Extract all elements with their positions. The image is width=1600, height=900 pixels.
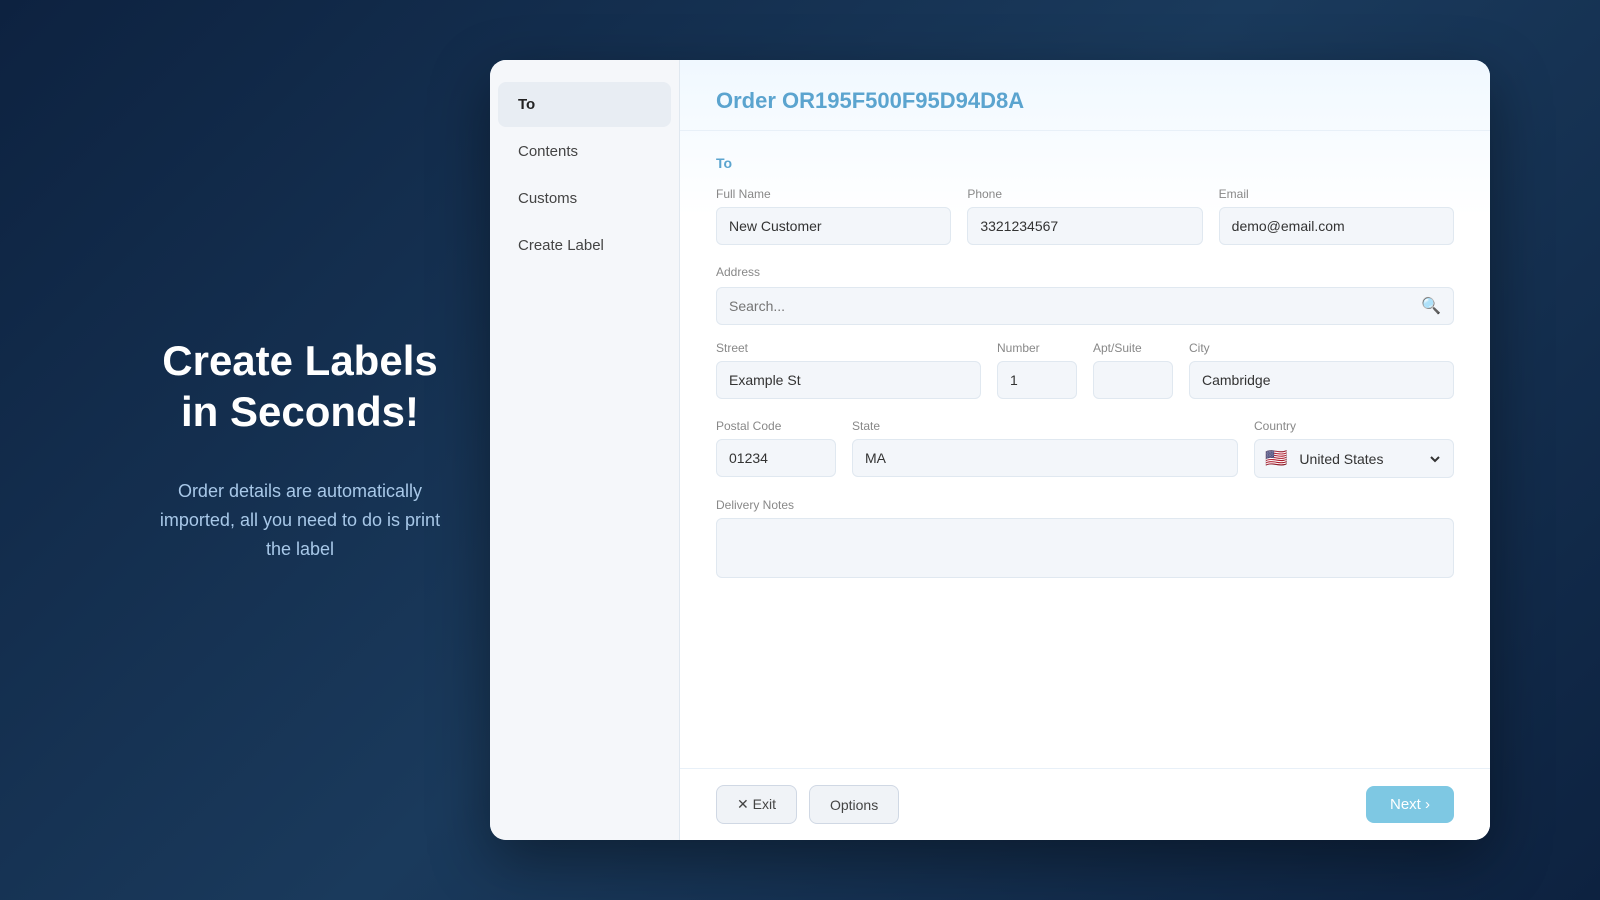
delivery-notes-label: Delivery Notes [716, 498, 1454, 512]
city-group: City [1189, 341, 1454, 399]
phone-input[interactable] [967, 207, 1202, 245]
options-button[interactable]: Options [809, 785, 899, 824]
apt-suite-label: Apt/Suite [1093, 341, 1173, 355]
section-to-label: To [716, 155, 1454, 171]
row-name-phone-email: Full Name Phone Email [716, 187, 1454, 245]
address-label: Address [716, 265, 1454, 279]
full-name-label: Full Name [716, 187, 951, 201]
number-label: Number [997, 341, 1077, 355]
delivery-notes-group: Delivery Notes [716, 498, 1454, 578]
street-label: Street [716, 341, 981, 355]
search-icon: 🔍 [1421, 296, 1441, 316]
row-street-number-apt-city: Street Number Apt/Suite City [716, 341, 1454, 399]
state-group: State [852, 419, 1238, 478]
postal-code-input[interactable] [716, 439, 836, 477]
sidebar-item-create-label[interactable]: Create Label [498, 223, 671, 268]
form-area: To Full Name Phone Email Address [680, 131, 1490, 768]
subtext: Order details are automatically imported… [150, 477, 450, 563]
exit-button[interactable]: ✕ Exit [716, 785, 797, 824]
delivery-notes-input[interactable] [716, 518, 1454, 578]
modal: To Contents Customs Create Label Order O… [490, 60, 1490, 840]
country-flag: 🇺🇸 [1265, 448, 1287, 469]
email-label: Email [1219, 187, 1454, 201]
full-name-group: Full Name [716, 187, 951, 245]
sidebar-item-to[interactable]: To [498, 82, 671, 127]
email-group: Email [1219, 187, 1454, 245]
full-name-input[interactable] [716, 207, 951, 245]
number-input[interactable] [997, 361, 1077, 399]
phone-group: Phone [967, 187, 1202, 245]
country-select[interactable]: United States Canada United Kingdom [1295, 450, 1443, 468]
phone-label: Phone [967, 187, 1202, 201]
country-select-wrapper: 🇺🇸 United States Canada United Kingdom [1254, 439, 1454, 478]
left-panel: Create Labels in Seconds! Order details … [110, 296, 490, 603]
apt-suite-group: Apt/Suite [1093, 341, 1173, 399]
main-content: Order OR195F500F95D94D8A To Full Name Ph… [680, 60, 1490, 840]
main-header: Order OR195F500F95D94D8A [680, 60, 1490, 131]
address-section: Address 🔍 [716, 265, 1454, 325]
postal-code-group: Postal Code [716, 419, 836, 478]
next-button[interactable]: Next › [1366, 786, 1454, 823]
order-title: Order OR195F500F95D94D8A [716, 88, 1454, 114]
email-input[interactable] [1219, 207, 1454, 245]
sidebar-item-customs[interactable]: Customs [498, 176, 671, 221]
postal-code-label: Postal Code [716, 419, 836, 433]
headline: Create Labels in Seconds! [150, 336, 450, 437]
number-group: Number [997, 341, 1077, 399]
apt-suite-input[interactable] [1093, 361, 1173, 399]
street-group: Street [716, 341, 981, 399]
city-label: City [1189, 341, 1454, 355]
sidebar: To Contents Customs Create Label [490, 60, 680, 840]
sidebar-item-contents[interactable]: Contents [498, 129, 671, 174]
state-label: State [852, 419, 1238, 433]
country-label: Country [1254, 419, 1454, 433]
country-group: Country 🇺🇸 United States Canada United K… [1254, 419, 1454, 478]
footer-buttons: ✕ Exit Options Next › [680, 768, 1490, 840]
state-input[interactable] [852, 439, 1238, 477]
address-search-input[interactable] [729, 298, 1421, 314]
footer-left: ✕ Exit Options [716, 785, 899, 824]
street-input[interactable] [716, 361, 981, 399]
address-search-wrapper: 🔍 [716, 287, 1454, 325]
row-postal-state-country: Postal Code State Country 🇺🇸 United Stat… [716, 419, 1454, 478]
city-input[interactable] [1189, 361, 1454, 399]
